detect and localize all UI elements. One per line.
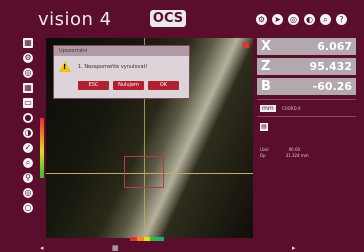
axis-value: 95.432 [309,60,352,73]
app-title: vision 4 [38,9,112,30]
measurement-roi[interactable] [124,156,164,188]
dialog-title: Upozornění [54,46,189,56]
info-value: 90.00 [288,147,301,152]
arrow-icon[interactable]: ▸ [292,244,296,252]
axis-value: 6.067 [317,40,352,53]
check-icon[interactable]: ✓ [23,143,33,153]
ok-button[interactable]: OK [148,81,179,90]
esc-button[interactable]: ESC [78,81,109,90]
help-icon[interactable]: ? [336,14,347,25]
mode-icon[interactable]: ◐ [304,14,315,25]
grid-icon[interactable]: ▦ [112,244,119,252]
grid-icon[interactable]: ▦ [23,83,33,93]
unit-label: mm [260,104,276,112]
color-scale-bar [130,237,164,241]
dialog-message: 1. Nezapomeňte vynulovat! [78,64,148,70]
target-icon[interactable]: ◎ [288,14,299,25]
axis-label: X [261,39,272,54]
target-icon[interactable]: ◎ [23,188,33,198]
half-circle-icon[interactable]: ◑ [23,128,33,138]
axis-value: -60.26 [312,80,352,93]
measurement-info: Uzol 90.00 Dp 31.324 mm [257,147,356,158]
unit-selector[interactable]: mm COORD X [257,99,356,117]
axis-b: B -60.26 [257,78,356,95]
close-icon[interactable] [243,42,249,48]
info-label: Dp [260,153,266,158]
circle-icon[interactable]: ● [23,113,33,123]
level-indicator-bar [40,118,44,178]
gear-icon[interactable]: ⚙ [23,53,33,63]
warning-icon: ! [59,61,71,72]
arrow-icon[interactable]: ➤ [272,14,283,25]
grid-icon[interactable]: ▦ [23,38,33,48]
info-value: 31.324 mm [285,153,309,158]
gear-icon[interactable]: ⚙ [256,14,267,25]
info-label: Uzol [260,147,269,152]
ocs-logo: OCS [150,10,186,27]
warning-dialog: Upozornění ! 1. Nezapomeňte vynulovat! E… [53,45,190,99]
unit-sublabel: COORD X [281,105,301,111]
left-toolbar: ▦ ⚙ ◎ ▦ ▭ ● ◑ ✓ ⌕ ⚲ ◎ ○ [23,38,37,213]
pin-icon[interactable]: ⚲ [23,173,33,183]
axis-label: B [261,79,271,94]
circle-icon[interactable]: ○ [23,203,33,213]
target-icon[interactable]: ◎ [23,68,33,78]
axis-z: Z 95.432 [257,58,356,75]
nulujem-button[interactable]: Nulujem [113,81,144,90]
axis-label: Z [261,59,271,74]
zoom-icon[interactable]: ⌕ [23,158,33,168]
axis-x: X 6.067 [257,38,356,55]
ruler-icon[interactable]: ▤ [260,123,268,131]
speaker-icon[interactable]: ◂ [40,244,44,252]
top-toolbar: ⚙ ➤ ◎ ◐ ⌕ ? [256,14,347,25]
screen-icon[interactable]: ▭ [23,98,33,108]
readout-panel: X 6.067 Z 95.432 B -60.26 mm COORD X ▤ U… [257,38,356,159]
zoom-icon[interactable]: ⌕ [320,14,331,25]
